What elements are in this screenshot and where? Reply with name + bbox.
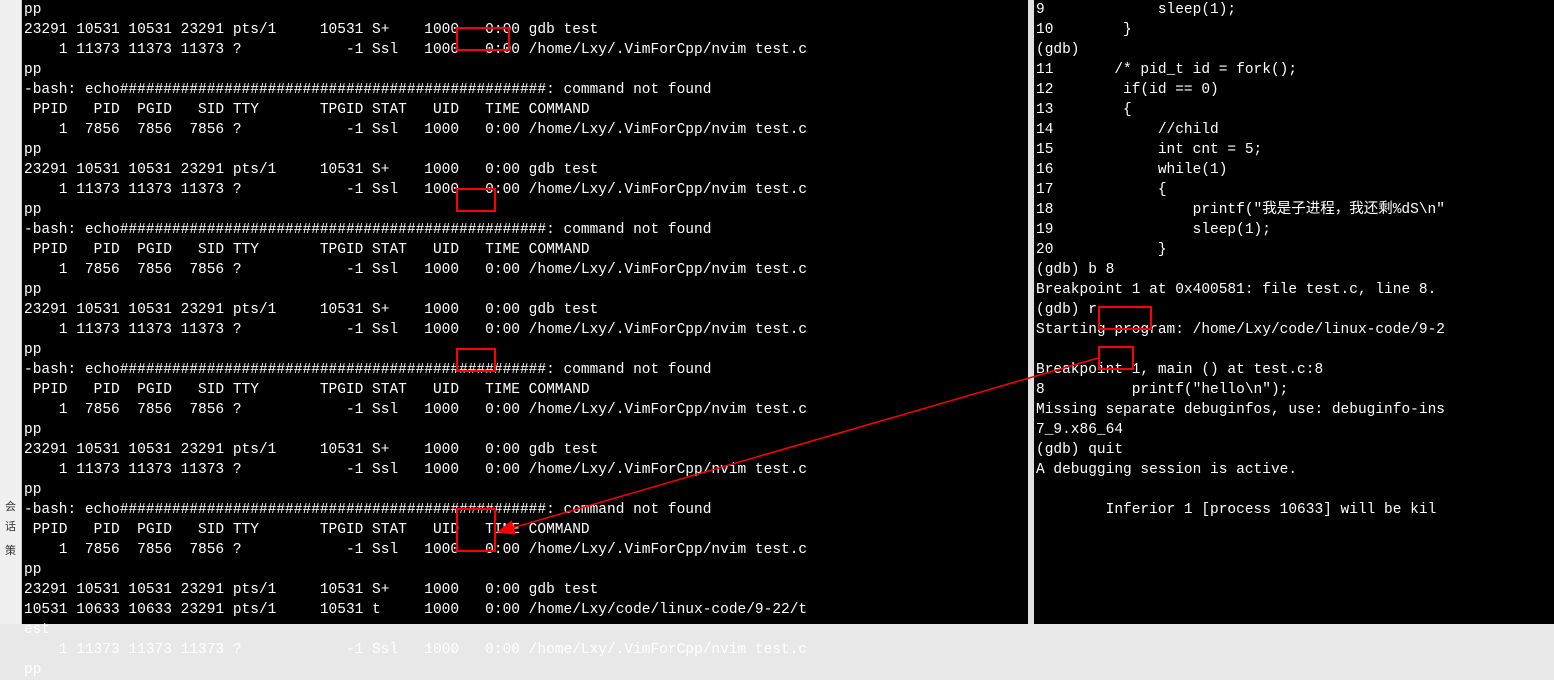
terminal-line: 1 11373 11373 11373 ? -1 Ssl 1000 0:00 /…: [24, 640, 1026, 660]
terminal-line: Missing separate debuginfos, use: debugi…: [1036, 400, 1552, 420]
terminal-line: 23291 10531 10531 23291 pts/1 10531 S+ 1…: [24, 20, 1026, 40]
terminal-line: 19 sleep(1);: [1036, 220, 1552, 240]
terminal-line: 9 sleep(1);: [1036, 0, 1552, 20]
terminal-line: -bash: echo#############################…: [24, 80, 1026, 100]
terminal-line: 16 while(1): [1036, 160, 1552, 180]
sidebar-item-session[interactable]: 会话: [0, 496, 21, 540]
terminal-line: est: [24, 620, 1026, 640]
terminal-line: pp: [24, 280, 1026, 300]
terminal-line: 23291 10531 10531 23291 pts/1 10531 S+ 1…: [24, 580, 1026, 600]
terminal-line: 1 11373 11373 11373 ? -1 Ssl 1000 0:00 /…: [24, 320, 1026, 340]
terminal-line: pp: [24, 200, 1026, 220]
terminal-line: PPID PID PGID SID TTY TPGID STAT UID TIM…: [24, 520, 1026, 540]
terminal-line: 1 7856 7856 7856 ? -1 Ssl 1000 0:00 /hom…: [24, 400, 1026, 420]
terminal-line: A debugging session is active.: [1036, 460, 1552, 480]
terminal-line: Starting program: /home/Lxy/code/linux-c…: [1036, 320, 1552, 340]
terminal-line: -bash: echo#############################…: [24, 500, 1026, 520]
terminal-line: pp: [24, 480, 1026, 500]
terminal-line: (gdb): [1036, 40, 1552, 60]
terminal-line: PPID PID PGID SID TTY TPGID STAT UID TIM…: [24, 380, 1026, 400]
terminal-line: 23291 10531 10531 23291 pts/1 10531 S+ 1…: [24, 160, 1026, 180]
terminal-line: (gdb) b 8: [1036, 260, 1552, 280]
terminal-left-pane[interactable]: pp23291 10531 10531 23291 pts/1 10531 S+…: [22, 0, 1028, 624]
terminal-line: 1 7856 7856 7856 ? -1 Ssl 1000 0:00 /hom…: [24, 120, 1026, 140]
terminal-line: 10531 10633 10633 23291 pts/1 10531 t 10…: [24, 600, 1026, 620]
terminal-line: 13 {: [1036, 100, 1552, 120]
terminal-line: Inferior 1 [process 10633] will be kil: [1036, 500, 1552, 520]
terminal-line: pp: [24, 660, 1026, 680]
terminal-line: 1 7856 7856 7856 ? -1 Ssl 1000 0:00 /hom…: [24, 260, 1026, 280]
terminal-line: PPID PID PGID SID TTY TPGID STAT UID TIM…: [24, 240, 1026, 260]
terminal-line: [1036, 340, 1552, 360]
terminal-line: 1 11373 11373 11373 ? -1 Ssl 1000 0:00 /…: [24, 40, 1026, 60]
terminal-line: 15 int cnt = 5;: [1036, 140, 1552, 160]
terminal-line: 1 11373 11373 11373 ? -1 Ssl 1000 0:00 /…: [24, 180, 1026, 200]
terminal-line: -bash: echo#############################…: [24, 220, 1026, 240]
terminal-line: [1036, 480, 1552, 500]
terminal-line: -bash: echo#############################…: [24, 360, 1026, 380]
terminal-line: 17 {: [1036, 180, 1552, 200]
terminal-line: pp: [24, 140, 1026, 160]
terminal-line: pp: [24, 60, 1026, 80]
terminal-line: 7_9.x86_64: [1036, 420, 1552, 440]
sidebar-item-policy[interactable]: 策: [0, 540, 21, 564]
app-layout: 会话 策 pp23291 10531 10531 23291 pts/1 105…: [0, 0, 1554, 624]
terminal-line: 23291 10531 10531 23291 pts/1 10531 S+ 1…: [24, 300, 1026, 320]
terminal-line: pp: [24, 420, 1026, 440]
sidebar: 会话 策: [0, 0, 22, 624]
terminal-right-pane[interactable]: 9 sleep(1);10 }(gdb) 11 /* pid_t id = fo…: [1034, 0, 1554, 624]
terminal-line: 20 }: [1036, 240, 1552, 260]
terminal-line: 23291 10531 10531 23291 pts/1 10531 S+ 1…: [24, 440, 1026, 460]
terminal-line: pp: [24, 0, 1026, 20]
terminal-line: 12 if(id == 0): [1036, 80, 1552, 100]
terminal-line: 11 /* pid_t id = fork();: [1036, 60, 1552, 80]
terminal-line: 8 printf("hello\n");: [1036, 380, 1552, 400]
terminal-line: pp: [24, 340, 1026, 360]
terminal-line: (gdb) r: [1036, 300, 1552, 320]
terminal-line: 10 }: [1036, 20, 1552, 40]
terminal-right-content: 9 sleep(1);10 }(gdb) 11 /* pid_t id = fo…: [1034, 0, 1554, 520]
terminal-line: (gdb) quit: [1036, 440, 1552, 460]
terminal-line: 18 printf("我是子进程，我还剩%dS\n": [1036, 200, 1552, 220]
terminal-line: Breakpoint 1, main () at test.c:8: [1036, 360, 1552, 380]
terminal-line: pp: [24, 560, 1026, 580]
terminal-line: PPID PID PGID SID TTY TPGID STAT UID TIM…: [24, 100, 1026, 120]
terminal-line: 14 //child: [1036, 120, 1552, 140]
terminal-line: 1 7856 7856 7856 ? -1 Ssl 1000 0:00 /hom…: [24, 540, 1026, 560]
terminal-left-content: pp23291 10531 10531 23291 pts/1 10531 S+…: [22, 0, 1028, 680]
terminal-line: Breakpoint 1 at 0x400581: file test.c, l…: [1036, 280, 1552, 300]
terminal-line: 1 11373 11373 11373 ? -1 Ssl 1000 0:00 /…: [24, 460, 1026, 480]
